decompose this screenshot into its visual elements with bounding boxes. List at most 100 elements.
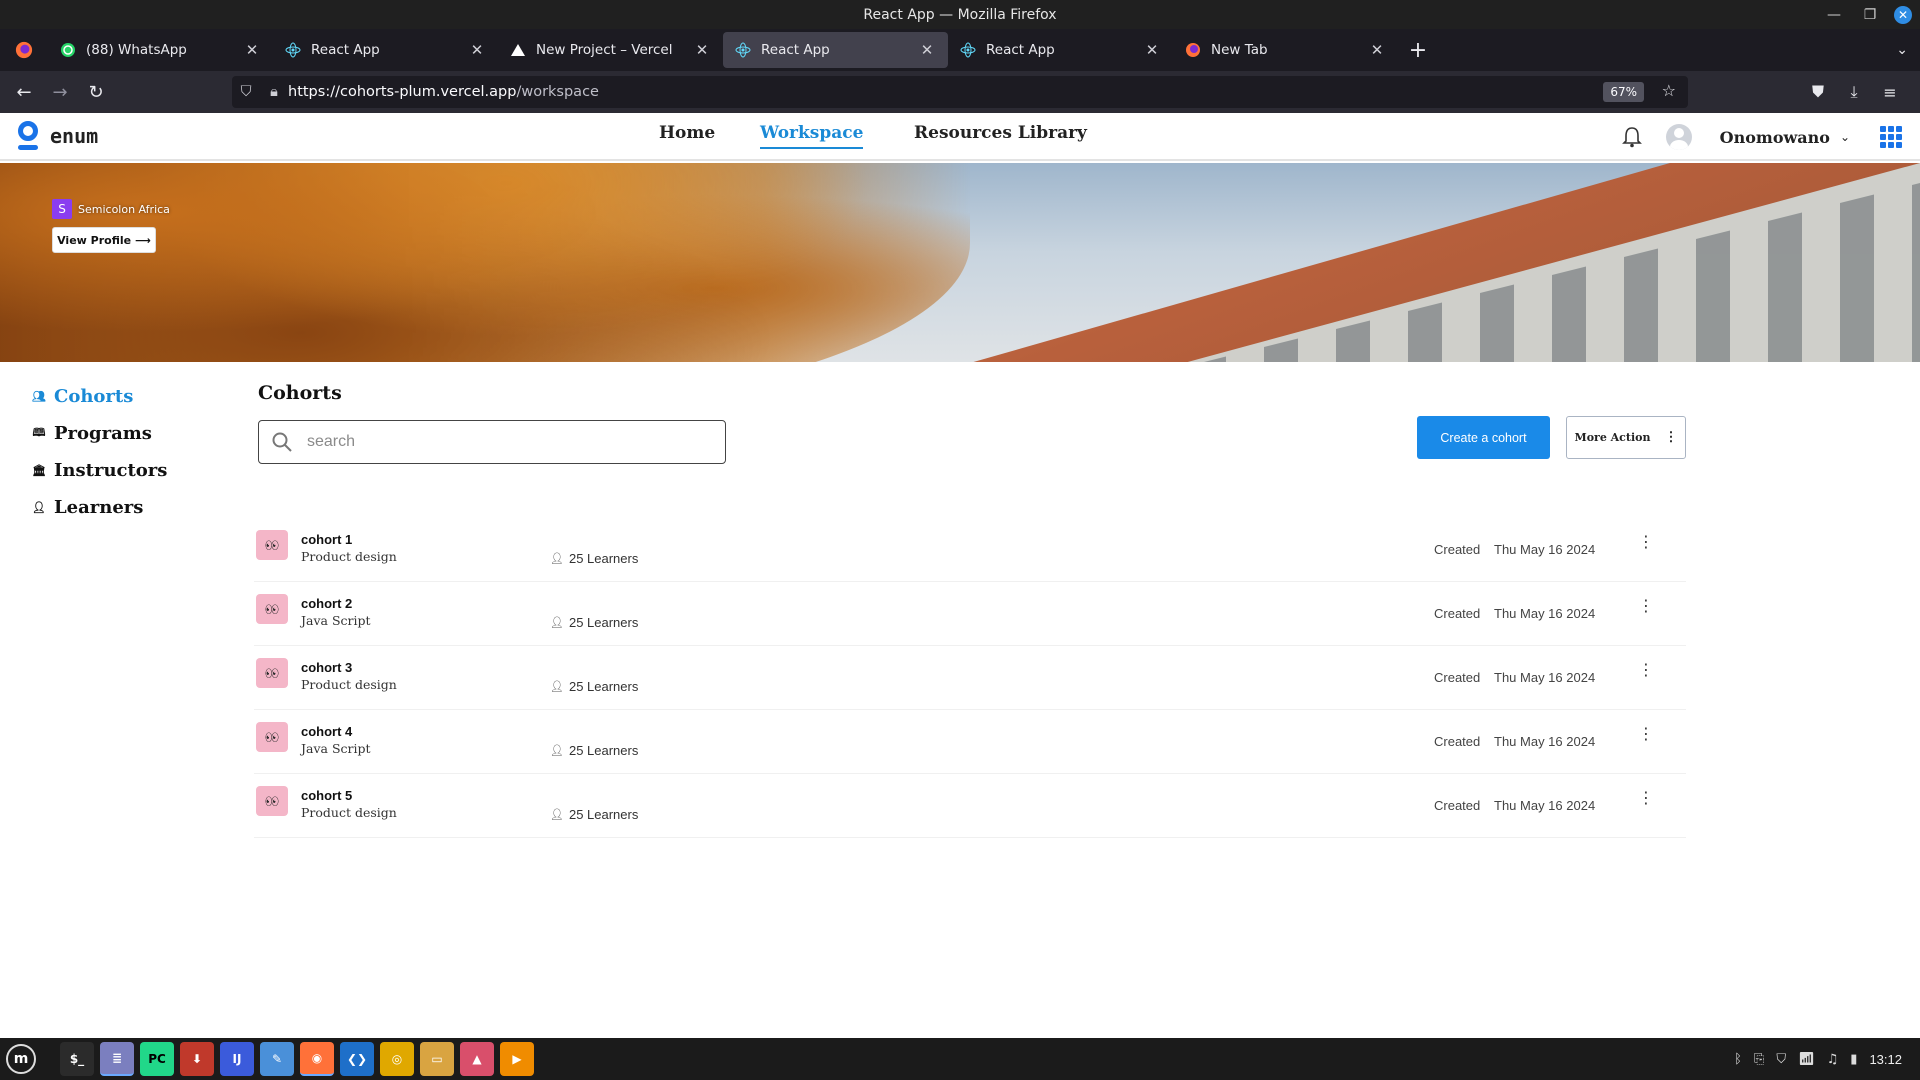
row-kebab-menu-icon[interactable]: ⋮: [1638, 598, 1654, 614]
system-tray: ᛒ ⎘ ⛉ 📶︎ ♫ ▮ 13:12: [1722, 1038, 1902, 1080]
vscode-icon[interactable]: ❮❯: [340, 1042, 374, 1076]
search-box[interactable]: [258, 420, 726, 464]
chevron-down-icon[interactable]: ⌄: [1840, 130, 1850, 144]
url-bar[interactable]: ⛉ 🔒︎ https://cohorts-plum.vercel.app/wor…: [232, 76, 1688, 108]
chrome-icon[interactable]: ◎: [380, 1042, 414, 1076]
zoom-level-badge[interactable]: 67%: [1603, 82, 1644, 102]
tab-new-tab[interactable]: New Tab ✕: [1173, 32, 1398, 68]
list-all-tabs-icon[interactable]: ⌄: [1896, 42, 1908, 58]
back-arrow-icon[interactable]: ←: [6, 82, 42, 103]
page-title: Cohorts: [258, 382, 342, 404]
tab-label: New Tab: [1211, 42, 1268, 58]
person-icon: 👤︎: [550, 681, 564, 693]
browser-navbar: ← → ↻ ⛉ 🔒︎ https://cohorts-plum.vercel.a…: [0, 71, 1920, 113]
banner-image-tree: [0, 163, 970, 362]
row-kebab-menu-icon[interactable]: ⋮: [1638, 790, 1654, 806]
notes-icon[interactable]: ✎: [260, 1042, 294, 1076]
tab-react-app-active[interactable]: React App ✕: [723, 32, 948, 68]
cohort-program: Product design: [301, 549, 397, 564]
view-profile-button[interactable]: View Profile ⟶: [52, 227, 156, 253]
close-tab-icon[interactable]: ✕: [918, 41, 936, 59]
url-path: /workspace: [516, 84, 599, 100]
lock-icon[interactable]: 🔒︎: [260, 84, 288, 100]
downloads-icon[interactable]: ⤓: [1836, 82, 1872, 102]
tab-whatsapp[interactable]: (88) WhatsApp ✕: [48, 32, 273, 68]
more-action-button[interactable]: More Action ⋮: [1566, 416, 1686, 459]
close-tab-icon[interactable]: ✕: [1143, 41, 1161, 59]
bookmark-star-icon[interactable]: ☆: [1662, 81, 1676, 100]
network-icon[interactable]: 📶︎: [1798, 1052, 1815, 1067]
clipboard-icon[interactable]: ⎘: [1754, 1052, 1764, 1067]
bluetooth-icon[interactable]: ᛒ: [1734, 1052, 1742, 1067]
book-icon: 🕮: [32, 426, 46, 439]
learner-count-label: 25 Learners: [568, 807, 639, 822]
new-tab-plus-icon[interactable]: +: [1398, 38, 1438, 63]
cohort-row[interactable]: 👀︎ cohort 4 Java Script 👤︎ 25 Learners Cr…: [254, 710, 1686, 774]
react-icon: [735, 42, 751, 58]
nav-home[interactable]: Home: [659, 123, 715, 143]
intellij-icon[interactable]: IJ: [220, 1042, 254, 1076]
nav-resources-library[interactable]: Resources Library: [914, 123, 1087, 143]
search-input[interactable]: [305, 432, 705, 452]
arrow-right-icon: ⟶: [135, 233, 151, 247]
close-tab-icon[interactable]: ✕: [693, 41, 711, 59]
close-tab-icon[interactable]: ✕: [1368, 41, 1386, 59]
pocket-icon[interactable]: ⛊: [1800, 82, 1836, 102]
image-viewer-icon[interactable]: ▲: [460, 1042, 494, 1076]
close-tab-icon[interactable]: ✕: [243, 41, 261, 59]
firefox-icon[interactable]: ◉: [300, 1042, 334, 1076]
row-kebab-menu-icon[interactable]: ⋮: [1638, 726, 1654, 742]
cohort-name[interactable]: cohort 5: [301, 788, 352, 803]
shield-icon[interactable]: ⛉: [232, 84, 260, 100]
sidebar-item-programs[interactable]: 🕮 Programs: [28, 415, 228, 452]
sidebar-item-cohorts[interactable]: 👥︎ Cohorts: [28, 378, 228, 415]
minimize-icon[interactable]: —: [1816, 7, 1852, 23]
nav-workspace[interactable]: Workspace: [760, 123, 864, 149]
cohort-row[interactable]: 👀︎ cohort 3 Product design 👤︎ 25 Learners…: [254, 646, 1686, 710]
cohort-name[interactable]: cohort 4: [301, 724, 352, 739]
text-editor-icon[interactable]: ≣: [100, 1042, 134, 1076]
user-avatar-icon[interactable]: [1665, 124, 1692, 150]
person-icon: 👤︎: [550, 553, 564, 565]
tab-label: React App: [761, 42, 830, 58]
tab-react-app[interactable]: React App ✕: [948, 32, 1173, 68]
more-action-label: More Action: [1574, 431, 1651, 444]
organization-initial: S: [52, 199, 72, 219]
media-player-icon[interactable]: ▶: [500, 1042, 534, 1076]
hamburger-menu-icon[interactable]: ≡: [1872, 83, 1908, 102]
user-name[interactable]: Onomowano: [1720, 128, 1830, 147]
learner-count-label: 25 Learners: [568, 679, 639, 694]
pycharm-icon[interactable]: PC: [140, 1042, 174, 1076]
row-kebab-menu-icon[interactable]: ⋮: [1638, 534, 1654, 550]
sound-icon[interactable]: ♫: [1827, 1052, 1839, 1067]
cohort-row[interactable]: 👀︎ cohort 1 Product design 👤︎ 25 Learners…: [254, 518, 1686, 582]
terminal-icon[interactable]: $_: [60, 1042, 94, 1076]
sidebar-item-learners[interactable]: 👤︎ Learners: [28, 489, 228, 526]
window-titlebar: React App — Mozilla Firefox — ❐ ✕: [0, 0, 1920, 29]
notification-bell-icon[interactable]: [1612, 126, 1652, 148]
cohort-row[interactable]: 👀︎ cohort 2 Java Script 👤︎ 25 Learners Cr…: [254, 582, 1686, 646]
create-cohort-button[interactable]: Create a cohort: [1417, 416, 1550, 459]
cohort-name[interactable]: cohort 3: [301, 660, 352, 675]
created-date: Thu May 16 2024: [1494, 670, 1596, 685]
close-window-icon[interactable]: ✕: [1894, 5, 1912, 24]
tab-label: React App: [986, 42, 1055, 58]
cohort-name[interactable]: cohort 2: [301, 596, 352, 611]
tab-react-app[interactable]: React App ✕: [273, 32, 498, 68]
row-kebab-menu-icon[interactable]: ⋮: [1638, 662, 1654, 678]
apps-grid-icon[interactable]: [1880, 126, 1902, 148]
cohort-name[interactable]: cohort 1: [301, 532, 352, 547]
downloader-icon[interactable]: ⬇: [180, 1042, 214, 1076]
shield-icon[interactable]: ⛉: [1776, 1052, 1786, 1067]
reload-icon[interactable]: ↻: [78, 82, 114, 103]
files-icon[interactable]: ▭: [420, 1042, 454, 1076]
cohort-row[interactable]: 👀︎ cohort 5 Product design 👤︎ 25 Learners…: [254, 774, 1686, 838]
forward-arrow-icon[interactable]: →: [42, 82, 78, 103]
menu-icon[interactable]: m: [6, 1044, 36, 1074]
sidebar-item-instructors[interactable]: 🏛︎ Instructors: [28, 452, 228, 489]
restore-icon[interactable]: ❐: [1852, 7, 1888, 23]
close-tab-icon[interactable]: ✕: [468, 41, 486, 59]
clock[interactable]: 13:12: [1869, 1052, 1902, 1067]
battery-icon[interactable]: ▮: [1850, 1052, 1857, 1067]
tab-vercel[interactable]: New Project – Vercel ✕: [498, 32, 723, 68]
